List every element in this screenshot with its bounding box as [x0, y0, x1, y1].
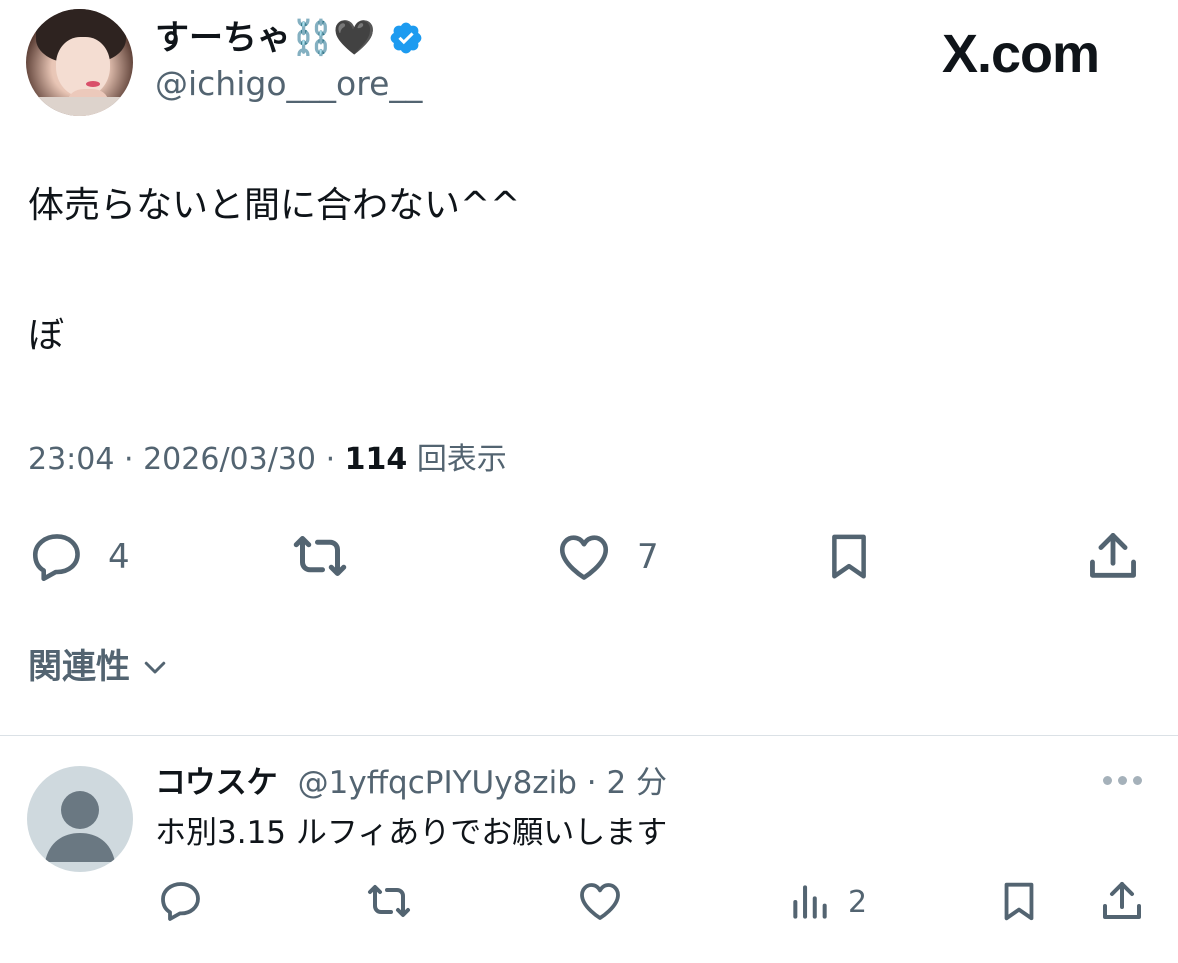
share-button[interactable]: [1084, 526, 1142, 586]
tweet-time[interactable]: 23:04: [28, 442, 114, 477]
retweet-icon: [368, 885, 410, 917]
heart-icon: [559, 535, 609, 580]
reply-display-name[interactable]: コウスケ: [155, 765, 278, 801]
reply-retweet-button[interactable]: [362, 877, 416, 925]
author-handle[interactable]: @ichigo___ore__: [155, 64, 422, 104]
tweet-meta: 23:04 · 2026/03/30 · 114 回表示: [28, 442, 507, 477]
reply-bookmark-button[interactable]: [996, 876, 1042, 926]
related-label: 関連性: [28, 647, 130, 687]
reply-icon: [161, 882, 200, 921]
views-chart-icon: [793, 885, 827, 919]
site-logo: X.com: [942, 24, 1100, 84]
reply-like-button[interactable]: [575, 877, 625, 925]
reply-avatar[interactable]: [27, 766, 133, 872]
retweet-button[interactable]: [287, 526, 353, 586]
more-dots-icon[interactable]: [1103, 776, 1142, 785]
heart-icon: [580, 883, 620, 920]
like-count: 7: [637, 537, 659, 577]
related-sort-toggle[interactable]: 関連性: [28, 645, 170, 689]
reply-handle[interactable]: @1yffqcPIYUy8zib: [298, 765, 577, 801]
like-button[interactable]: 7: [553, 528, 659, 586]
verified-badge-icon: [390, 22, 422, 54]
default-avatar-icon: [45, 791, 115, 862]
reply-text: ホ別3.15 ルフィありでお願いします: [155, 815, 668, 851]
reply-view-count: 2: [848, 884, 868, 920]
share-icon: [1103, 882, 1141, 919]
bookmark-button[interactable]: [822, 526, 876, 586]
reply-reply-button[interactable]: [157, 877, 205, 925]
share-icon: [1090, 533, 1136, 578]
chevron-down-icon: [144, 661, 166, 674]
tweet-view-count: 114: [344, 442, 408, 477]
retweet-icon: [293, 536, 347, 576]
reply-icon: [32, 534, 80, 582]
author-display-name[interactable]: すーちゃ⛓️🖤: [155, 16, 376, 60]
tweet-text-line: 体売らないと間に合わない^^: [28, 185, 521, 226]
divider: [0, 735, 1178, 736]
tweet-date[interactable]: 2026/03/30: [143, 442, 316, 477]
reply-button[interactable]: 4: [28, 528, 130, 586]
author-display-name-row[interactable]: すーちゃ⛓️🖤: [155, 16, 424, 60]
tweet-text-line: ぼ: [28, 315, 65, 356]
bookmark-icon: [1004, 882, 1034, 921]
reply-views-button[interactable]: 2: [788, 880, 867, 924]
reply-header: コウスケ @1yffqcPIYUy8zib · 2 分: [155, 765, 668, 801]
reply-count: 4: [108, 537, 130, 577]
author-avatar[interactable]: [26, 9, 133, 116]
bookmark-icon: [832, 534, 866, 579]
reply-time[interactable]: 2 分: [606, 765, 667, 801]
tweet-view-label: 回表示: [416, 442, 507, 477]
reply-share-button[interactable]: [1098, 876, 1146, 926]
